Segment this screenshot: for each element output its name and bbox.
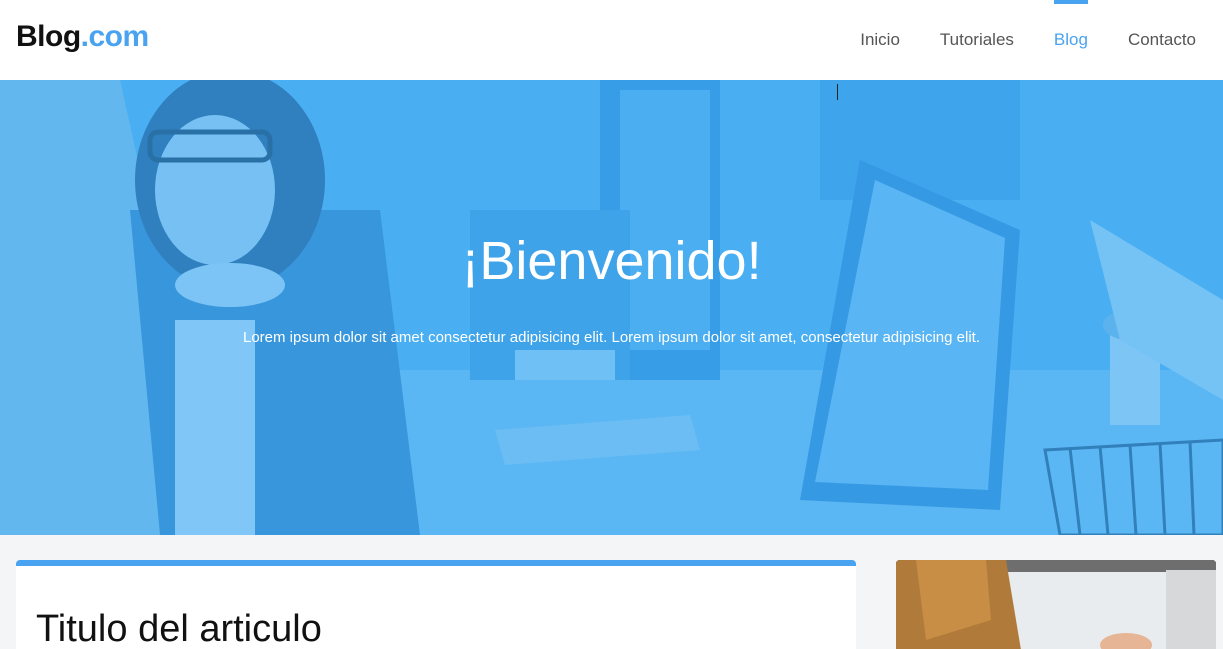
nav-item-contacto[interactable]: Contacto [1108, 0, 1223, 80]
text-cursor [837, 84, 838, 100]
hero-overlay [0, 80, 1223, 535]
hero-subtitle: Lorem ipsum dolor sit amet consectetur a… [243, 329, 980, 346]
hero-banner: ¡Bienvenido! Lorem ipsum dolor sit amet … [0, 80, 1223, 535]
logo-main: Blog [16, 20, 81, 53]
logo-accent: .com [80, 20, 150, 53]
sidebar-image-picture [896, 560, 1216, 649]
article-card: Titulo del articulo [16, 560, 856, 649]
nav-item-tutoriales[interactable]: Tutoriales [920, 0, 1034, 80]
nav-item-blog[interactable]: Blog [1034, 0, 1108, 80]
sidebar-image[interactable] [896, 560, 1216, 649]
nav-item-inicio[interactable]: Inicio [840, 0, 920, 80]
hero-title: ¡Bienvenido! [461, 231, 762, 291]
site-logo[interactable]: Blog.com [16, 20, 149, 54]
article-title[interactable]: Titulo del articulo [36, 608, 322, 649]
site-header: Blog.com Inicio Tutoriales Blog Contacto [0, 0, 1223, 80]
main-nav: Inicio Tutoriales Blog Contacto [840, 0, 1223, 80]
